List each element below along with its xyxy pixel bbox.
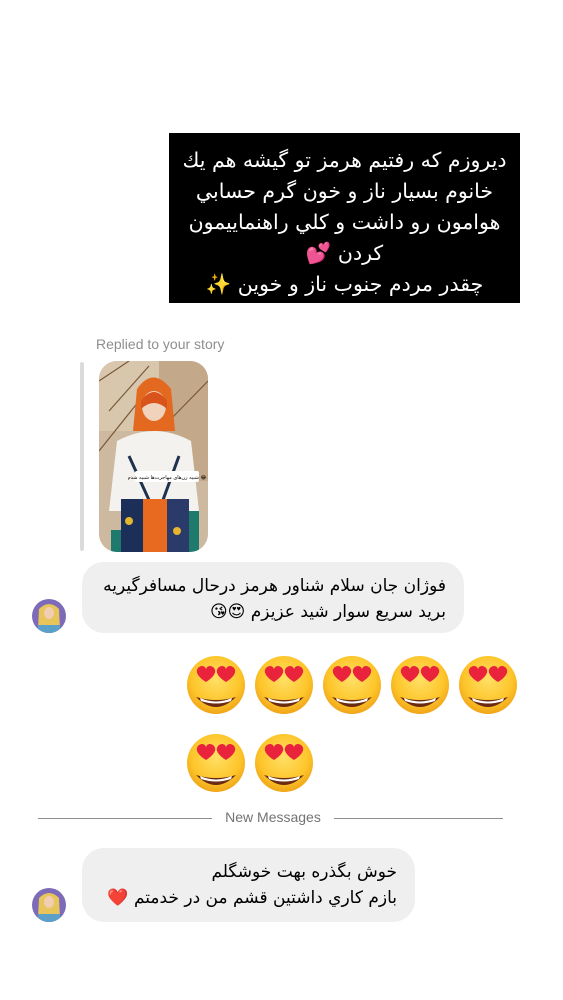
replied-to-story-label: Replied to your story — [96, 336, 225, 352]
heart-eyes-emoji-icon — [322, 655, 382, 715]
message-line: فوژان جان سلام شناور هرمز درحال مسافرگير… — [103, 576, 446, 596]
message-line: خوش بگذره بهت خوشگلم — [211, 862, 397, 882]
story-caption: شبیه زن‌های مهاجرت‌ها شبیه شدم 😂 — [128, 475, 207, 481]
heart-eyes-emoji-icon — [458, 655, 518, 715]
story-thumbnail[interactable]: شبیه زن‌های مهاجرت‌ها شبیه شدم 😂 — [99, 361, 208, 552]
new-messages-divider-label: New Messages — [225, 809, 321, 825]
heart-eyes-emoji-icon — [254, 655, 314, 715]
message-line: بازم كاري داشتين قشم من در خدمتم ❤️ — [107, 888, 397, 908]
heart-eyes-emoji-icon — [254, 733, 314, 793]
divider-line — [334, 818, 503, 819]
emoji-reaction-row[interactable] — [186, 655, 518, 715]
message-line: بريد سريع سوار شيد عزيزم 😍😘 — [209, 602, 446, 622]
heart-eyes-emoji-icon — [390, 655, 450, 715]
reply-indicator-bar — [80, 362, 84, 551]
heart-eyes-emoji-icon — [186, 733, 246, 793]
incoming-message[interactable]: خوش بگذره بهت خوشگلم بازم كاري داشتين قش… — [82, 848, 415, 922]
avatar[interactable] — [32, 599, 66, 633]
emoji-reaction-row[interactable] — [186, 733, 314, 793]
divider-line — [38, 818, 212, 819]
incoming-message[interactable]: فوژان جان سلام شناور هرمز درحال مسافرگير… — [82, 562, 464, 633]
avatar[interactable] — [32, 888, 66, 922]
story-reply-message[interactable]: ديروزم كه رفتيم هرمز تو گيشه هم يك خانوم… — [169, 133, 520, 303]
heart-eyes-emoji-icon — [186, 655, 246, 715]
